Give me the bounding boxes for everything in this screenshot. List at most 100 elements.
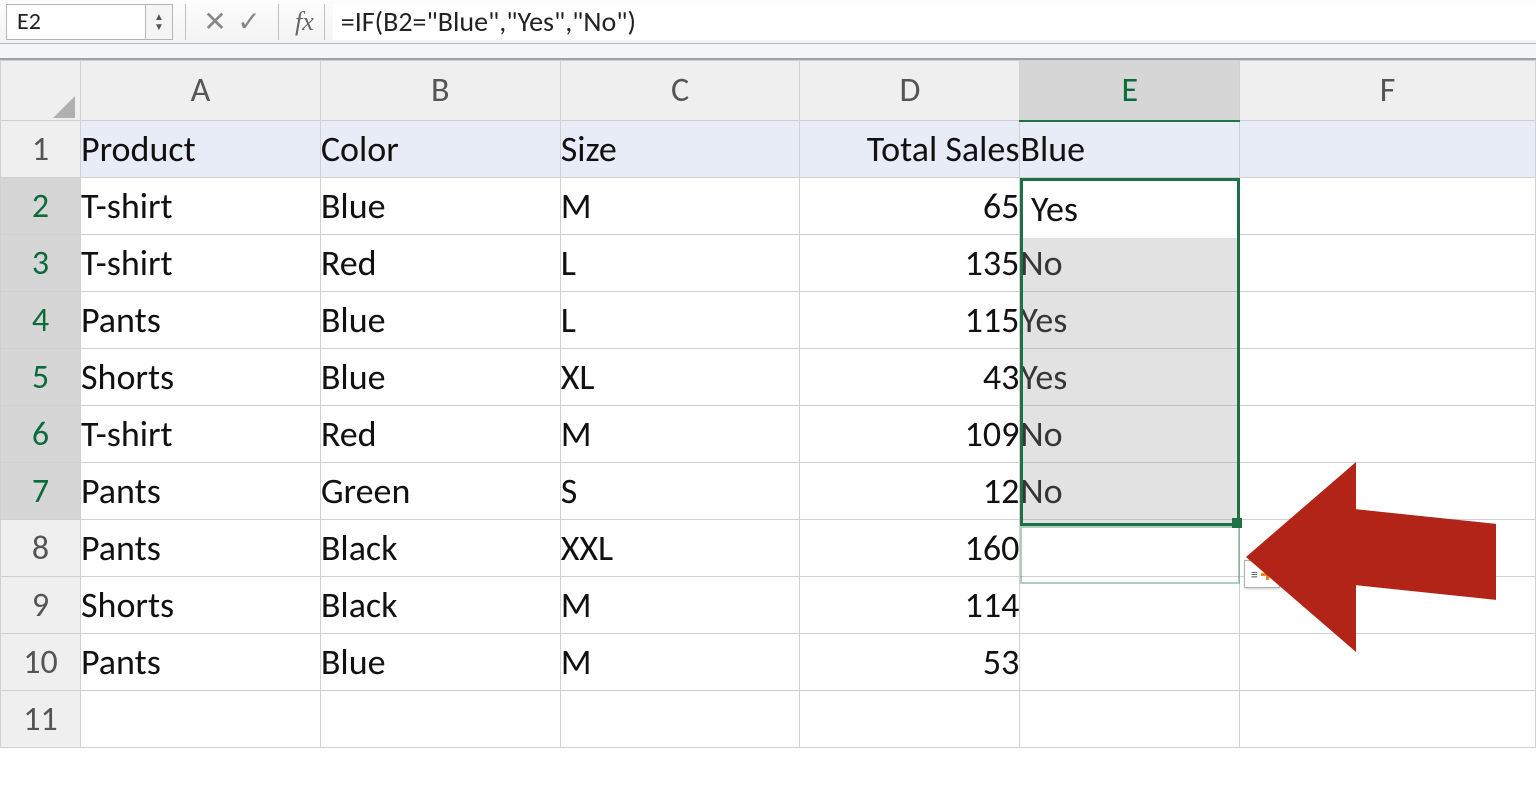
- cell-E3[interactable]: No: [1020, 235, 1240, 292]
- cancel-icon[interactable]: ✕: [198, 4, 232, 39]
- formula-bar: E2 ▲ ▼ ✕ ✓ fx =IF(B2="Blue","Yes","No"): [0, 0, 1536, 44]
- cell-E8[interactable]: [1020, 520, 1240, 577]
- cell-B9[interactable]: Black: [320, 577, 560, 634]
- cell-B3[interactable]: Red: [320, 235, 560, 292]
- cell-A1[interactable]: Product: [80, 121, 320, 178]
- cell-D11[interactable]: [800, 691, 1020, 748]
- cell-E2[interactable]: Yes: [1020, 178, 1240, 235]
- cell-F1[interactable]: [1240, 121, 1536, 178]
- spinner-down-icon[interactable]: ▼: [146, 22, 172, 32]
- cell-C1[interactable]: Size: [560, 121, 800, 178]
- cell-C7[interactable]: S: [560, 463, 800, 520]
- row-header-11[interactable]: 11: [1, 691, 81, 748]
- cell-A11[interactable]: [80, 691, 320, 748]
- cell-E5[interactable]: Yes: [1020, 349, 1240, 406]
- cell-E10[interactable]: [1020, 634, 1240, 691]
- cell-D6[interactable]: 109: [800, 406, 1020, 463]
- cell-B5[interactable]: Blue: [320, 349, 560, 406]
- formula-input[interactable]: =IF(B2="Blue","Yes","No"): [333, 4, 1536, 40]
- cell-F6[interactable]: [1240, 406, 1536, 463]
- name-box-value: E2: [17, 7, 41, 36]
- cell-F8[interactable]: [1240, 520, 1536, 577]
- cell-B6[interactable]: Red: [320, 406, 560, 463]
- row-header-5[interactable]: 5: [1, 349, 81, 406]
- row-header-6[interactable]: 6: [1, 406, 81, 463]
- cell-E9[interactable]: [1020, 577, 1240, 634]
- cell-A7[interactable]: Pants: [80, 463, 320, 520]
- cell-C11[interactable]: [560, 691, 800, 748]
- cell-D5[interactable]: 43: [800, 349, 1020, 406]
- cell-F10[interactable]: [1240, 634, 1536, 691]
- cell-E4[interactable]: Yes: [1020, 292, 1240, 349]
- row-header-8[interactable]: 8: [1, 520, 81, 577]
- row-header-10[interactable]: 10: [1, 634, 81, 691]
- column-header-E[interactable]: E: [1020, 61, 1240, 121]
- cell-D7[interactable]: 12: [800, 463, 1020, 520]
- worksheet-grid[interactable]: A B C D E F 1 Product Color Size Total S…: [0, 60, 1536, 748]
- cell-F4[interactable]: [1240, 292, 1536, 349]
- cell-F9[interactable]: [1240, 577, 1536, 634]
- cell-E6[interactable]: No: [1020, 406, 1240, 463]
- cell-E7[interactable]: No: [1020, 463, 1240, 520]
- cell-D4[interactable]: 115: [800, 292, 1020, 349]
- cell-D9[interactable]: 114: [800, 577, 1020, 634]
- cell-C9[interactable]: M: [560, 577, 800, 634]
- cell-A8[interactable]: Pants: [80, 520, 320, 577]
- row-header-9[interactable]: 9: [1, 577, 81, 634]
- cell-B1[interactable]: Color: [320, 121, 560, 178]
- cell-B11[interactable]: [320, 691, 560, 748]
- column-header-A[interactable]: A: [80, 61, 320, 121]
- cell-C8[interactable]: XXL: [560, 520, 800, 577]
- row-header-7[interactable]: 7: [1, 463, 81, 520]
- cell-E11[interactable]: [1020, 691, 1240, 748]
- name-box[interactable]: E2: [6, 4, 146, 40]
- name-box-spinner[interactable]: ▲ ▼: [145, 4, 173, 40]
- cell-B4[interactable]: Blue: [320, 292, 560, 349]
- separator: [185, 4, 186, 40]
- autofill-icon: ≡: [1251, 566, 1258, 583]
- column-header-D[interactable]: D: [800, 61, 1020, 121]
- select-all-corner[interactable]: [1, 61, 81, 121]
- cell-A10[interactable]: Pants: [80, 634, 320, 691]
- cell-C5[interactable]: XL: [560, 349, 800, 406]
- cell-F3[interactable]: [1240, 235, 1536, 292]
- cell-A4[interactable]: Pants: [80, 292, 320, 349]
- cell-F11[interactable]: [1240, 691, 1536, 748]
- cell-D10[interactable]: 53: [800, 634, 1020, 691]
- cell-A5[interactable]: Shorts: [80, 349, 320, 406]
- cell-F7[interactable]: [1240, 463, 1536, 520]
- autofill-options-button[interactable]: ≡: [1244, 560, 1280, 588]
- cell-E1[interactable]: Blue: [1020, 121, 1240, 178]
- column-header-F[interactable]: F: [1240, 61, 1536, 121]
- cell-C3[interactable]: L: [560, 235, 800, 292]
- cell-A6[interactable]: T-shirt: [80, 406, 320, 463]
- cell-B10[interactable]: Blue: [320, 634, 560, 691]
- cell-C10[interactable]: M: [560, 634, 800, 691]
- row-header-4[interactable]: 4: [1, 292, 81, 349]
- cell-B8[interactable]: Black: [320, 520, 560, 577]
- cell-C2[interactable]: M: [560, 178, 800, 235]
- separator: [278, 4, 279, 40]
- fx-icon[interactable]: fx: [295, 7, 314, 37]
- cell-F2[interactable]: [1240, 178, 1536, 235]
- column-header-B[interactable]: B: [320, 61, 560, 121]
- row-header-3[interactable]: 3: [1, 235, 81, 292]
- cell-F5[interactable]: [1240, 349, 1536, 406]
- cell-A2[interactable]: T-shirt: [80, 178, 320, 235]
- cell-B2[interactable]: Blue: [320, 178, 560, 235]
- cell-A9[interactable]: Shorts: [80, 577, 320, 634]
- cell-C6[interactable]: M: [560, 406, 800, 463]
- cell-D2[interactable]: 65: [800, 178, 1020, 235]
- separator: [324, 4, 325, 40]
- column-header-C[interactable]: C: [560, 61, 800, 121]
- row-header-2[interactable]: 2: [1, 178, 81, 235]
- cell-D8[interactable]: 160: [800, 520, 1020, 577]
- cell-B7[interactable]: Green: [320, 463, 560, 520]
- cell-C4[interactable]: L: [560, 292, 800, 349]
- plus-icon: [1261, 568, 1273, 580]
- cell-D1[interactable]: Total Sales: [800, 121, 1020, 178]
- enter-icon[interactable]: ✓: [232, 4, 266, 39]
- row-header-1[interactable]: 1: [1, 121, 81, 178]
- cell-A3[interactable]: T-shirt: [80, 235, 320, 292]
- cell-D3[interactable]: 135: [800, 235, 1020, 292]
